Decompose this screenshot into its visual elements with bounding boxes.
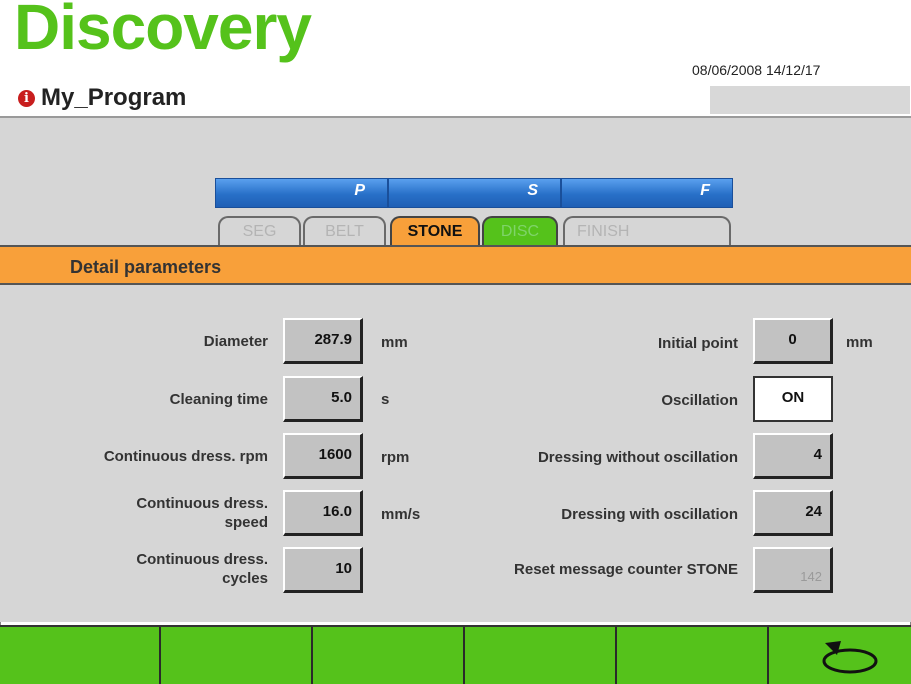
app-title: Discovery (14, 0, 312, 63)
param-unit-initial-point: mm (846, 334, 873, 351)
param-label-line: cycles (222, 570, 268, 587)
program-info: i My_Program (18, 84, 186, 112)
param-field-initial-point[interactable]: 0 (753, 318, 833, 364)
tab-stone[interactable]: STONE (390, 216, 480, 246)
param-label-continuous-dress-rpm: Continuous dress. rpm (103, 448, 268, 465)
param-label-reset-message-counter: Reset message counter STONE (514, 561, 738, 578)
section-header: Detail parameters (0, 245, 911, 285)
program-name: My_Program (41, 84, 187, 111)
param-label-oscillation: Oscillation (661, 392, 738, 409)
function-button-4[interactable] (465, 627, 617, 684)
back-arrow-icon (822, 641, 878, 674)
tab-disc[interactable]: DISC (482, 216, 558, 246)
param-label-continuous-dress-cycles: Continuous dress. cycles (20, 550, 268, 588)
tab-group-f-label: F (700, 182, 710, 199)
param-label-continuous-dress-speed: Continuous dress. speed (20, 494, 268, 532)
tab-group-f[interactable]: F (561, 178, 733, 208)
param-field-dressing-without-oscillation[interactable]: 4 (753, 433, 833, 479)
function-button-2[interactable] (161, 627, 313, 684)
back-button[interactable] (769, 627, 911, 684)
tab-belt[interactable]: BELT (303, 216, 386, 246)
header: Discovery i My_Program 08/06/2008 14/12/… (0, 0, 911, 118)
param-field-continuous-dress-cycles[interactable]: 10 (283, 547, 363, 593)
param-field-reset-message-counter[interactable]: 142 (753, 547, 833, 593)
section-title: Detail parameters (70, 257, 222, 277)
tab-group-p-label: P (354, 182, 365, 199)
function-button-1[interactable] (0, 627, 161, 684)
param-label-line: speed (224, 514, 268, 531)
tab-group-s[interactable]: S (388, 178, 561, 208)
param-unit-cleaning-time: s (381, 391, 390, 408)
oscillation-toggle[interactable]: ON (753, 376, 833, 422)
param-field-cleaning-time[interactable]: 5.0 (283, 376, 363, 422)
param-label-diameter: Diameter (203, 333, 268, 350)
function-bar (0, 625, 911, 684)
tab-group-s-label: S (527, 182, 538, 199)
param-label-line: Continuous dress. (136, 495, 268, 512)
function-button-3[interactable] (313, 627, 465, 684)
param-unit-diameter: mm (381, 334, 408, 351)
tab-seg[interactable]: SEG (218, 216, 301, 246)
param-field-continuous-dress-speed[interactable]: 16.0 (283, 490, 363, 536)
datetime: 08/06/2008 14/12/17 (692, 62, 821, 78)
param-label-dressing-with-oscillation: Dressing with oscillation (561, 506, 738, 523)
param-label-cleaning-time: Cleaning time (169, 391, 268, 408)
tab-group-p[interactable]: P (215, 178, 388, 208)
tab-finish[interactable]: FINISH (563, 216, 731, 246)
param-field-continuous-dress-rpm[interactable]: 1600 (283, 433, 363, 479)
param-label-initial-point: Initial point (658, 335, 738, 352)
info-icon: i (18, 89, 35, 107)
param-label-line: Continuous dress. (136, 551, 268, 568)
param-field-dressing-with-oscillation[interactable]: 24 (753, 490, 833, 536)
param-label-dressing-without-oscillation: Dressing without oscillation (537, 449, 738, 466)
header-status-box (710, 86, 910, 114)
param-unit-continuous-dress-speed: mm/s (381, 506, 421, 523)
function-button-5[interactable] (617, 627, 769, 684)
param-unit-continuous-dress-rpm: rpm (381, 449, 410, 466)
param-field-diameter[interactable]: 287.9 (283, 318, 363, 364)
